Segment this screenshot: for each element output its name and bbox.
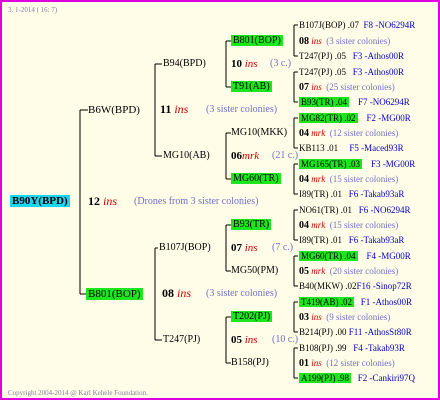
gen4-row-2: 08 ins (3 sister colonies)	[299, 36, 391, 47]
gen4-row-11: 04 mrk (15 sister colonies)	[299, 174, 399, 185]
gen3-t91[interactable]: T91(AB)	[231, 80, 272, 94]
gen3-b801-note: (3 c.)	[270, 58, 292, 69]
mother-inbreeding: 08 ins	[162, 286, 192, 300]
pedigree-panel: { "header": {"date": "3. 1-2014 ( 16: 7)…	[0, 0, 440, 400]
gen4-row-4[interactable]: T247(PJ) .05 F3 -Athos00R	[299, 65, 404, 79]
gen2-mf[interactable]: B107J(BOP)	[159, 241, 211, 255]
date-stamp: 3. 1-2014 ( 16: 7)	[8, 6, 58, 14]
root-drones-note: (Drones from 3 sister colonies)	[134, 196, 259, 207]
gen4-row-24[interactable]: A199(PJ) .98 F2 -Cankiri97Q	[299, 371, 415, 385]
gen2-mf-note: (7 c.)	[272, 242, 294, 253]
copyright: Copyright 2004-2014 @ Karl Kehele Founda…	[8, 389, 148, 397]
gen4-row-8: 04 mrk (12 sister colonies)	[299, 128, 399, 139]
gen3-b801[interactable]: B801(BOP)	[231, 34, 283, 48]
gen2-mm-note: (10 c.)	[272, 334, 299, 345]
mother-queen[interactable]: B801(BOP)	[86, 287, 143, 301]
gen4-row-12[interactable]: I89(TR) .01 F6 -Takab93aR	[299, 187, 404, 201]
gen2-mf-inbreeding: 07 ins	[231, 242, 258, 254]
gen3-mg60[interactable]: MG60(TR)	[231, 172, 281, 186]
gen4-row-15[interactable]: I89(TR) .01 F6 -Takab93aR	[299, 233, 404, 247]
gen4-row-16[interactable]: MG60(TR) .04 F4 -MG00R	[299, 249, 411, 263]
gen3-mg10mkk[interactable]: MG10(MKK)	[231, 126, 287, 140]
father-inbreeding: 11 ins	[160, 102, 189, 116]
gen4-row-5: 07 ins (25 sister colonies)	[299, 82, 395, 93]
gen4-row-20: 03 ins (9 sister colonies)	[299, 312, 391, 323]
gen4-row-13[interactable]: NO61(TR) .01 F6 -NO6294R	[299, 203, 411, 217]
father-note: (3 sister colonies)	[206, 104, 278, 115]
gen4-row-23: 01 ins (12 sister colonies)	[299, 358, 395, 369]
root-queen[interactable]: B90Y(BPD)	[10, 194, 70, 208]
gen2-ff[interactable]: B94(BPD)	[163, 57, 206, 71]
gen4-row-19[interactable]: T419(AB) .02 F1 -Athos00R	[299, 295, 412, 309]
father-queen[interactable]: B6W(BPD)	[88, 103, 140, 117]
gen3-b801-inbreeding: 10 ins	[231, 58, 258, 70]
mother-note: (3 sister colonies)	[206, 288, 278, 299]
gen2-fm-note: (21 c.)	[272, 150, 299, 161]
gen4-row-1[interactable]: B107J(BOP) .07 F8 -NO6294R	[299, 18, 415, 32]
gen3-b158[interactable]: B158(PJ)	[231, 356, 269, 370]
gen2-fm[interactable]: MG10(AB)	[163, 149, 210, 163]
gen4-row-22[interactable]: B108(PJ) .99 F4 -Takab93R	[299, 341, 405, 355]
gen3-mg50[interactable]: MG50(PM)	[231, 264, 278, 278]
gen3-t202[interactable]: T202(PJ)	[231, 310, 273, 324]
gen4-row-9[interactable]: KB113 .01 F5 -Maced93R	[299, 141, 404, 155]
gen2-mm-inbreeding: 05 ins	[231, 334, 258, 346]
gen4-row-3[interactable]: T247(PJ) .05 F3 -Athos00R	[299, 49, 404, 63]
gen4-row-7[interactable]: MG82(TR) .02 F2 -MG00R	[299, 111, 411, 125]
gen4-row-10[interactable]: MG165(TR) .03 F3 -MG00R	[299, 157, 415, 171]
gen4-row-21[interactable]: B214(PJ) .00 F11 -AthosSt80R	[299, 325, 412, 339]
gen3-b93[interactable]: B93(TR)	[231, 218, 272, 232]
gen2-mm[interactable]: T247(PJ)	[163, 333, 200, 347]
gen4-row-18[interactable]: B40(MKW) .02F16 -Sinop72R	[299, 279, 412, 293]
gen2-fm-inbreeding: 06mrk	[231, 150, 260, 162]
root-inbreeding: 12 ins	[88, 194, 118, 208]
gen4-row-6[interactable]: B93(TR) .04 F7 -NO6294R	[299, 95, 410, 109]
gen4-row-14: 04 mrk (15 sister colonies)	[299, 220, 399, 231]
gen4-row-17: 05 mrk (20 sister colonies)	[299, 266, 399, 277]
